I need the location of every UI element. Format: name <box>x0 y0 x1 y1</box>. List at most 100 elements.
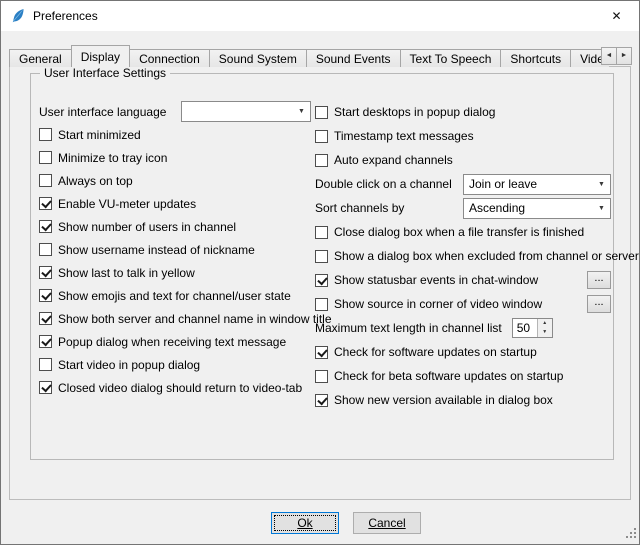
checkbox-label: Show number of users in channel <box>58 220 236 234</box>
spinner-buttons: ▲ ▼ <box>537 319 552 337</box>
check-username-instead-nickname[interactable]: Show username instead of nickname <box>39 238 311 261</box>
checkbox-icon[interactable] <box>315 106 328 119</box>
chevron-down-icon: ▼ <box>593 205 610 212</box>
check-auto-expand-channels[interactable]: Auto expand channels <box>315 148 611 172</box>
check-video-return-tab[interactable]: Closed video dialog should return to vid… <box>39 376 311 399</box>
checkbox-label: Show a dialog box when excluded from cha… <box>334 249 639 263</box>
ok-button[interactable]: Ok <box>271 512 339 534</box>
tab-connection[interactable]: Connection <box>129 49 210 67</box>
checkbox-label: Enable VU-meter updates <box>58 197 196 211</box>
checkbox-label: Check for software updates on startup <box>334 345 537 359</box>
check-software-updates[interactable]: Check for software updates on startup <box>315 340 611 364</box>
checkbox-icon[interactable] <box>39 174 52 187</box>
checkbox-label: Always on top <box>58 174 133 188</box>
combobox-value: Ascending <box>469 201 593 215</box>
video-source-more-button[interactable]: ... <box>587 295 611 313</box>
row-statusbar-events: Show statusbar events in chat-window ... <box>315 268 611 292</box>
row-sort-channels: Sort channels by Ascending ▼ <box>315 196 611 220</box>
check-emojis-text[interactable]: Show emojis and text for channel/user st… <box>39 284 311 307</box>
checkbox-icon[interactable] <box>39 381 52 394</box>
double-click-label: Double click on a channel <box>315 177 452 191</box>
tab-scroll-left-icon[interactable]: ◄ <box>601 47 617 65</box>
check-filetransfer-close[interactable]: Close dialog box when a file transfer is… <box>315 220 611 244</box>
check-popup-text-message[interactable]: Popup dialog when receiving text message <box>39 330 311 353</box>
checkbox-icon[interactable] <box>39 151 52 164</box>
checkbox-icon[interactable] <box>315 226 328 239</box>
left-column: User interface language ▼ Start minimize… <box>39 100 311 399</box>
checkbox-icon[interactable] <box>39 266 52 279</box>
checkbox-icon[interactable] <box>39 312 52 325</box>
checkbox-icon[interactable] <box>315 130 328 143</box>
checkbox-label: Show statusbar events in chat-window <box>334 273 538 287</box>
checkbox-label: Show both server and channel name in win… <box>58 312 332 326</box>
check-vu-meter[interactable]: Enable VU-meter updates <box>39 192 311 215</box>
user-interface-settings-group: User Interface Settings User interface l… <box>30 73 614 460</box>
check-video-popup[interactable]: Start video in popup dialog <box>39 353 311 376</box>
check-server-channel-title[interactable]: Show both server and channel name in win… <box>39 307 311 330</box>
row-double-click: Double click on a channel Join or leave … <box>315 172 611 196</box>
right-column: Start desktops in popup dialog Timestamp… <box>315 100 611 412</box>
checkbox-icon[interactable] <box>315 298 328 311</box>
double-click-combobox[interactable]: Join or leave ▼ <box>463 174 611 195</box>
tab-scroll-right-icon[interactable]: ► <box>616 47 632 65</box>
check-start-minimized[interactable]: Start minimized <box>39 123 311 146</box>
sort-channels-combobox[interactable]: Ascending ▼ <box>463 198 611 219</box>
checkbox-label: Show username instead of nickname <box>58 243 255 257</box>
checkbox-icon[interactable] <box>39 243 52 256</box>
title-bar[interactable]: Preferences ✕ <box>1 1 639 31</box>
checkbox-label: Minimize to tray icon <box>58 151 167 165</box>
checkbox-icon[interactable] <box>315 370 328 383</box>
spin-down-icon[interactable]: ▼ <box>538 328 552 337</box>
tab-sound-system[interactable]: Sound System <box>209 49 307 67</box>
tab-display[interactable]: Display <box>71 45 130 67</box>
checkbox-label: Start desktops in popup dialog <box>334 105 495 119</box>
preferences-dialog: Preferences ✕ General Display Connection… <box>0 0 640 545</box>
display-tab-page: User Interface Settings User interface l… <box>9 66 631 500</box>
cancel-button[interactable]: Cancel <box>353 512 421 534</box>
checkbox-icon[interactable] <box>39 358 52 371</box>
check-users-in-channel[interactable]: Show number of users in channel <box>39 215 311 238</box>
checkbox-icon[interactable] <box>315 154 328 167</box>
check-new-version-dialog[interactable]: Show new version available in dialog box <box>315 388 611 412</box>
checkbox-icon[interactable] <box>39 197 52 210</box>
checkbox-icon[interactable] <box>315 250 328 263</box>
chevron-down-icon: ▼ <box>593 181 610 188</box>
tab-shortcuts[interactable]: Shortcuts <box>500 49 571 67</box>
max-text-length-label: Maximum text length in channel list <box>315 321 502 335</box>
check-last-talk-yellow[interactable]: Show last to talk in yellow <box>39 261 311 284</box>
checkbox-icon[interactable] <box>315 394 328 407</box>
check-always-on-top[interactable]: Always on top <box>39 169 311 192</box>
tab-scroller: ◄ ► <box>602 47 632 65</box>
checkbox-icon[interactable] <box>315 346 328 359</box>
checkbox-icon[interactable] <box>39 128 52 141</box>
max-text-length-spinner[interactable]: 50 ▲ ▼ <box>512 318 553 338</box>
check-excluded-dialog[interactable]: Show a dialog box when excluded from cha… <box>315 244 611 268</box>
tab-bar: General Display Connection Sound System … <box>9 45 609 67</box>
chevron-down-icon: ▼ <box>293 108 310 115</box>
app-icon <box>10 8 26 24</box>
checkbox-icon[interactable] <box>39 335 52 348</box>
tab-general[interactable]: General <box>9 49 72 67</box>
checkbox-icon[interactable] <box>315 274 328 287</box>
checkbox-icon[interactable] <box>39 289 52 302</box>
checkbox-label: Show last to talk in yellow <box>58 266 195 280</box>
tab-text-to-speech[interactable]: Text To Speech <box>400 49 502 67</box>
checkbox-label: Timestamp text messages <box>334 129 474 143</box>
checkbox-label: Auto expand channels <box>334 153 453 167</box>
check-minimize-tray[interactable]: Minimize to tray icon <box>39 146 311 169</box>
check-beta-updates[interactable]: Check for beta software updates on start… <box>315 364 611 388</box>
language-label: User interface language <box>39 105 166 119</box>
checkbox-label: Popup dialog when receiving text message <box>58 335 286 349</box>
row-language: User interface language ▼ <box>39 100 311 123</box>
spinner-value: 50 <box>513 319 537 337</box>
spin-up-icon[interactable]: ▲ <box>538 319 552 328</box>
check-timestamp-messages[interactable]: Timestamp text messages <box>315 124 611 148</box>
tab-sound-events[interactable]: Sound Events <box>306 49 401 67</box>
resize-grip[interactable] <box>624 526 637 542</box>
language-combobox[interactable]: ▼ <box>181 101 311 122</box>
checkbox-icon[interactable] <box>39 220 52 233</box>
statusbar-events-more-button[interactable]: ... <box>587 271 611 289</box>
checkbox-label: Show emojis and text for channel/user st… <box>58 289 291 303</box>
close-icon[interactable]: ✕ <box>594 1 639 31</box>
check-desktops-popup[interactable]: Start desktops in popup dialog <box>315 100 611 124</box>
